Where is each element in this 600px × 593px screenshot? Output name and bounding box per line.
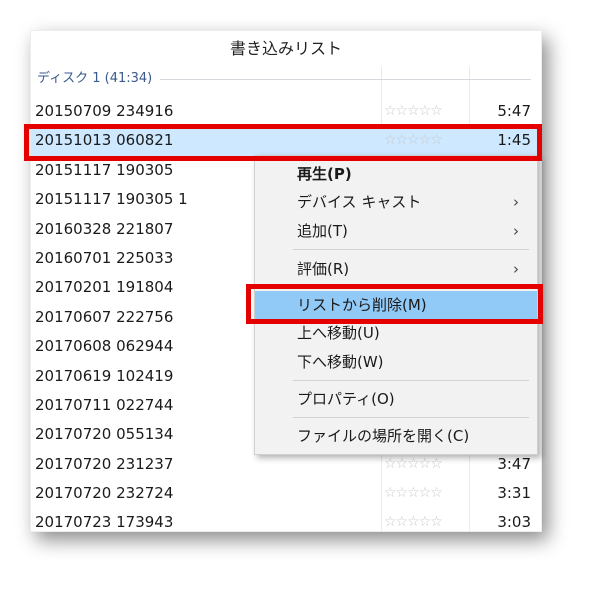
- track-name: 20170720 055134: [35, 425, 174, 444]
- menu-item-open-file-location[interactable]: ファイルの場所を開く(C): [255, 422, 537, 450]
- menu-item-rate[interactable]: 評価(R) ›: [255, 255, 537, 283]
- menu-item-label: 再生(P): [297, 165, 352, 183]
- table-row[interactable]: 20150709 234916 ☆☆☆☆☆ 5:47: [31, 97, 541, 126]
- menu-item-label: デバイス キャスト: [297, 193, 422, 211]
- rating-stars-icon[interactable]: ☆☆☆☆☆: [384, 479, 443, 508]
- table-row[interactable]: 20170720 232724 ☆☆☆☆☆ 3:31: [31, 479, 541, 508]
- menu-item-device-cast[interactable]: デバイス キャスト ›: [255, 188, 537, 216]
- track-name: 20170608 062944: [35, 337, 174, 356]
- menu-item-label: プロパティ(O): [297, 390, 395, 408]
- menu-item-label: 評価(R): [297, 260, 350, 278]
- track-name: 20170720 231237: [35, 454, 174, 473]
- list-title: 書き込みリスト: [229, 39, 342, 58]
- menu-item-move-down[interactable]: 下へ移動(W): [255, 348, 537, 376]
- track-name: 20170711 022744: [35, 395, 174, 414]
- track-name: 20170619 102419: [35, 366, 174, 385]
- group-rule: [160, 78, 531, 80]
- menu-item-label: 上へ移動(U): [297, 324, 380, 342]
- track-duration: 5:47: [497, 102, 531, 120]
- highlight-box-remove-item: [246, 284, 543, 324]
- highlight-box-selected-row: [24, 124, 542, 161]
- menu-item-add[interactable]: 追加(T) ›: [255, 217, 537, 245]
- track-name: 20170607 222756: [35, 307, 174, 326]
- track-name: 20160701 225033: [35, 248, 174, 267]
- menu-item-label: 追加(T): [297, 222, 348, 240]
- menu-separator: [293, 380, 529, 381]
- menu-item-play[interactable]: 再生(P): [255, 160, 537, 188]
- rating-stars-icon[interactable]: ☆☆☆☆☆: [384, 97, 443, 126]
- track-name: 20151117 190305 1: [35, 190, 188, 209]
- track-name: 20170201 191804: [35, 278, 174, 297]
- menu-item-label: 下へ移動(W): [297, 353, 384, 371]
- track-duration: 3:03: [497, 513, 531, 532]
- track-name: 20170720 232724: [35, 484, 174, 503]
- chevron-right-icon: ›: [513, 260, 519, 278]
- track-name: 20160328 221807: [35, 219, 174, 238]
- table-row[interactable]: 20170723 173943 ☆☆☆☆☆ 3:03: [31, 508, 541, 532]
- disc-group-header[interactable]: ディスク 1 (41:34): [37, 68, 531, 90]
- menu-separator: [293, 417, 529, 418]
- chevron-right-icon: ›: [513, 193, 519, 211]
- rating-stars-icon[interactable]: ☆☆☆☆☆: [384, 508, 443, 531]
- disc-group-label: ディスク 1 (41:34): [37, 71, 153, 86]
- menu-item-label: ファイルの場所を開く(C): [297, 427, 470, 445]
- chevron-right-icon: ›: [513, 222, 519, 240]
- track-name: 20170723 173943: [35, 513, 174, 532]
- track-name: 20150709 234916: [35, 102, 174, 120]
- menu-item-properties[interactable]: プロパティ(O): [255, 385, 537, 413]
- menu-separator: [293, 249, 529, 250]
- track-duration: 3:31: [497, 484, 531, 503]
